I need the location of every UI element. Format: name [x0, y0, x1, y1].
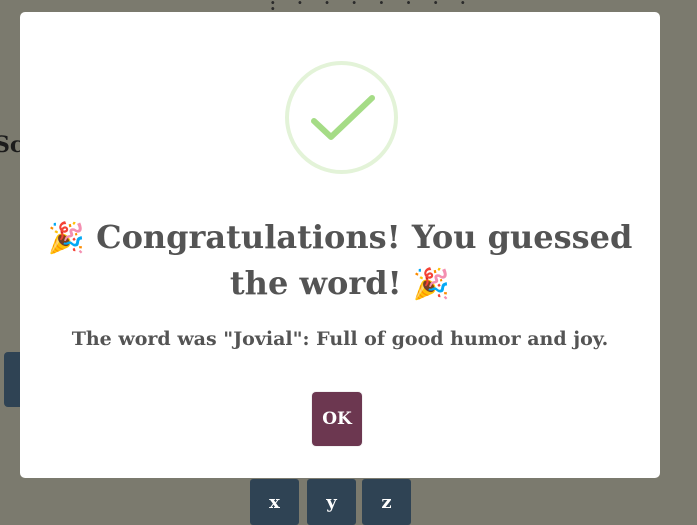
party-popper-icon: 🎉: [47, 221, 85, 256]
party-popper-icon: 🎉: [412, 267, 451, 302]
modal-message: The word was "Jovial": Full of good humo…: [71, 328, 609, 350]
background-title-fragment: · · · · · · · · ·: [270, 0, 474, 10]
modal-title: 🎉 Congratulations! You guessed the word!…: [40, 215, 640, 307]
ok-button[interactable]: OK: [312, 392, 362, 446]
keyboard-key-z[interactable]: z: [362, 479, 411, 525]
keyboard-key-y[interactable]: y: [307, 479, 356, 525]
keyboard-key-x[interactable]: x: [250, 479, 299, 525]
checkmark-icon: [285, 61, 398, 174]
modal-title-text: Congratulations! You guessed the word!: [96, 218, 633, 302]
success-modal: 🎉 Congratulations! You guessed the word!…: [20, 12, 660, 478]
